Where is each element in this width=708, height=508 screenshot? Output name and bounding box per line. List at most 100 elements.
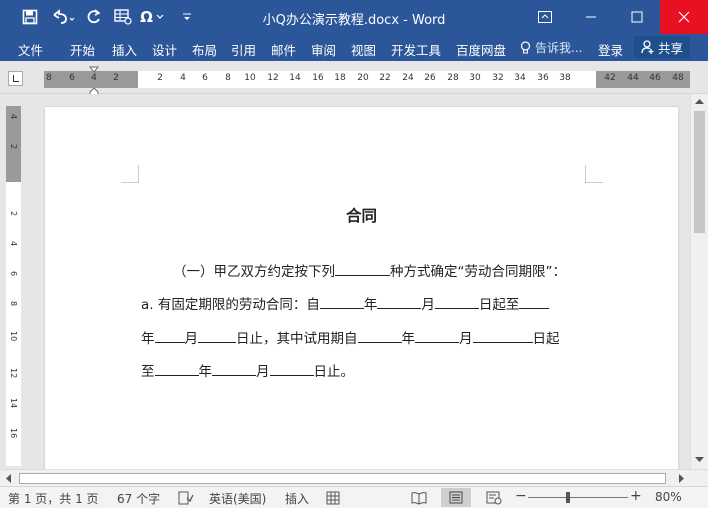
tell-me-search[interactable]: 告诉我... [520, 39, 582, 56]
scroll-left-icon[interactable] [5, 474, 12, 483]
ribbon-display-options-icon[interactable] [522, 0, 568, 34]
tab-developer[interactable]: 开发工具 [391, 40, 441, 59]
save-icon[interactable] [20, 6, 40, 28]
horizontal-scrollbar[interactable] [0, 469, 708, 486]
tell-me-label: 告诉我... [535, 41, 583, 55]
vertical-scroll-thumb[interactable] [694, 111, 705, 233]
ruler-label: 42 [604, 73, 616, 83]
ruler-label: 32 [492, 73, 504, 83]
tab-baidu-netdisk[interactable]: 百度网盘 [456, 40, 506, 59]
ruler-label: 30 [469, 73, 481, 83]
blank-field[interactable] [335, 262, 390, 276]
ruler-label: 28 [447, 73, 459, 83]
ruler-label: 2 [9, 211, 18, 217]
lightbulb-icon [520, 40, 531, 53]
tab-view[interactable]: 视图 [351, 40, 376, 59]
document-canvas[interactable]: 合同 （一）甲乙双方约定按下列 种方式确定“劳动合同期限”： a. 有固定期限的劳… [21, 94, 690, 469]
blank-field[interactable] [357, 329, 402, 343]
maximize-button[interactable] [614, 0, 660, 34]
tab-mailings[interactable]: 邮件 [271, 40, 296, 59]
tab-layout[interactable]: 布局 [192, 40, 217, 59]
person-add-icon [641, 40, 654, 54]
ruler-label: 46 [649, 73, 661, 83]
close-button[interactable] [660, 0, 708, 34]
tab-home[interactable]: 开始 [70, 40, 95, 59]
omega-symbol-icon[interactable]: Ω [140, 6, 164, 28]
vertical-scrollbar[interactable] [690, 94, 708, 469]
line3-day-from: 日起 [532, 331, 560, 347]
paragraph-line-2[interactable]: a. 有固定期限的劳动合同：自 年 月 日起至 [141, 293, 550, 313]
blank-field[interactable] [269, 362, 314, 376]
title-bar: Ω 小Q办公演示教程.docx - Word [0, 0, 708, 34]
ruler-label: 14 [9, 398, 18, 409]
share-button[interactable]: 共享 [634, 36, 690, 58]
scroll-right-icon[interactable] [678, 474, 685, 483]
tab-references[interactable]: 引用 [231, 40, 256, 59]
ruler-label: 8 [46, 73, 52, 83]
scroll-up-icon[interactable] [695, 98, 704, 105]
line2-prefix: a. 有固定期限的劳动合同：自 [141, 297, 320, 313]
ruler-label: 4 [9, 114, 18, 120]
zoom-level[interactable]: 80% [655, 490, 682, 504]
zoom-out-button[interactable]: − [515, 488, 527, 504]
line3-month2: 月 [459, 331, 473, 347]
insert-table-icon[interactable] [112, 6, 134, 28]
zoom-slider-track[interactable] [528, 497, 628, 498]
ruler-label: 10 [9, 331, 18, 342]
blank-field[interactable] [472, 329, 533, 343]
paragraph-line-1[interactable]: （一）甲乙双方约定按下列 种方式确定“劳动合同期限”： [173, 260, 566, 280]
indent-markers-icon[interactable] [88, 66, 100, 97]
blank-field[interactable] [198, 329, 236, 343]
minimize-button[interactable] [568, 0, 614, 34]
insert-mode[interactable]: 插入 [285, 490, 309, 507]
document-heading[interactable]: 合同 [45, 204, 678, 226]
tab-design[interactable]: 设计 [152, 40, 177, 59]
scroll-down-icon[interactable] [695, 456, 704, 463]
blank-field[interactable] [154, 362, 199, 376]
blank-field[interactable] [377, 295, 422, 309]
print-layout-button[interactable] [441, 488, 471, 507]
word-count[interactable]: 67 个字 [117, 490, 160, 507]
redo-icon[interactable] [84, 6, 104, 28]
zoom-in-button[interactable]: + [630, 488, 642, 504]
blank-field[interactable] [434, 295, 479, 309]
macro-record-icon[interactable] [326, 491, 340, 505]
blank-field[interactable] [319, 295, 364, 309]
language-status[interactable]: 英语(美国) [209, 490, 266, 507]
tab-review[interactable]: 审阅 [311, 40, 336, 59]
customize-qat-icon[interactable] [180, 6, 194, 28]
blank-field[interactable] [154, 329, 185, 343]
ruler-label: 14 [289, 73, 301, 83]
horizontal-ruler[interactable]: 8 6 4 2 2 4 6 8 10 12 14 16 18 20 22 24 … [44, 71, 690, 88]
blank-field[interactable] [519, 295, 550, 309]
paragraph-line-3[interactable]: 年 月 日止，其中试用期自 年 月 日起 [141, 327, 560, 347]
ruler-label: 10 [244, 73, 256, 83]
vertical-ruler[interactable]: 4 2 2 4 6 8 10 12 14 16 [6, 106, 21, 466]
crop-mark-top-right [585, 165, 603, 183]
line4-year: 年 [198, 364, 213, 380]
share-label: 共享 [657, 40, 683, 56]
web-layout-icon[interactable] [486, 491, 502, 505]
ruler-label: 34 [514, 73, 526, 83]
document-page[interactable]: 合同 （一）甲乙双方约定按下列 种方式确定“劳动合同期限”： a. 有固定期限的劳… [45, 107, 678, 469]
ruler-label: 6 [69, 73, 75, 83]
read-mode-icon[interactable] [411, 491, 427, 505]
line3-year2: 年 [401, 331, 416, 347]
blank-field[interactable] [212, 362, 256, 376]
tab-insert[interactable]: 插入 [112, 40, 137, 59]
print-layout-icon [449, 491, 463, 504]
zoom-slider-thumb[interactable] [566, 492, 570, 503]
tab-selector[interactable] [8, 71, 23, 86]
blank-field[interactable] [415, 329, 459, 343]
ruler-label: 22 [379, 73, 391, 83]
undo-icon[interactable] [50, 6, 76, 28]
page-count[interactable]: 第 1 页，共 1 页 [8, 490, 99, 507]
signin-link[interactable]: 登录 [598, 40, 623, 59]
line1-text-before: （一）甲乙双方约定按下列 [173, 264, 335, 280]
line1-text-after: 种方式确定“劳动合同期限”： [390, 264, 566, 280]
tab-file[interactable]: 文件 [18, 40, 43, 59]
line2-day-from: 日起至 [478, 297, 520, 313]
proofing-icon[interactable] [178, 491, 194, 505]
paragraph-line-4[interactable]: 至 年 月 日止。 [141, 360, 354, 380]
horizontal-scroll-thumb[interactable] [19, 473, 666, 484]
